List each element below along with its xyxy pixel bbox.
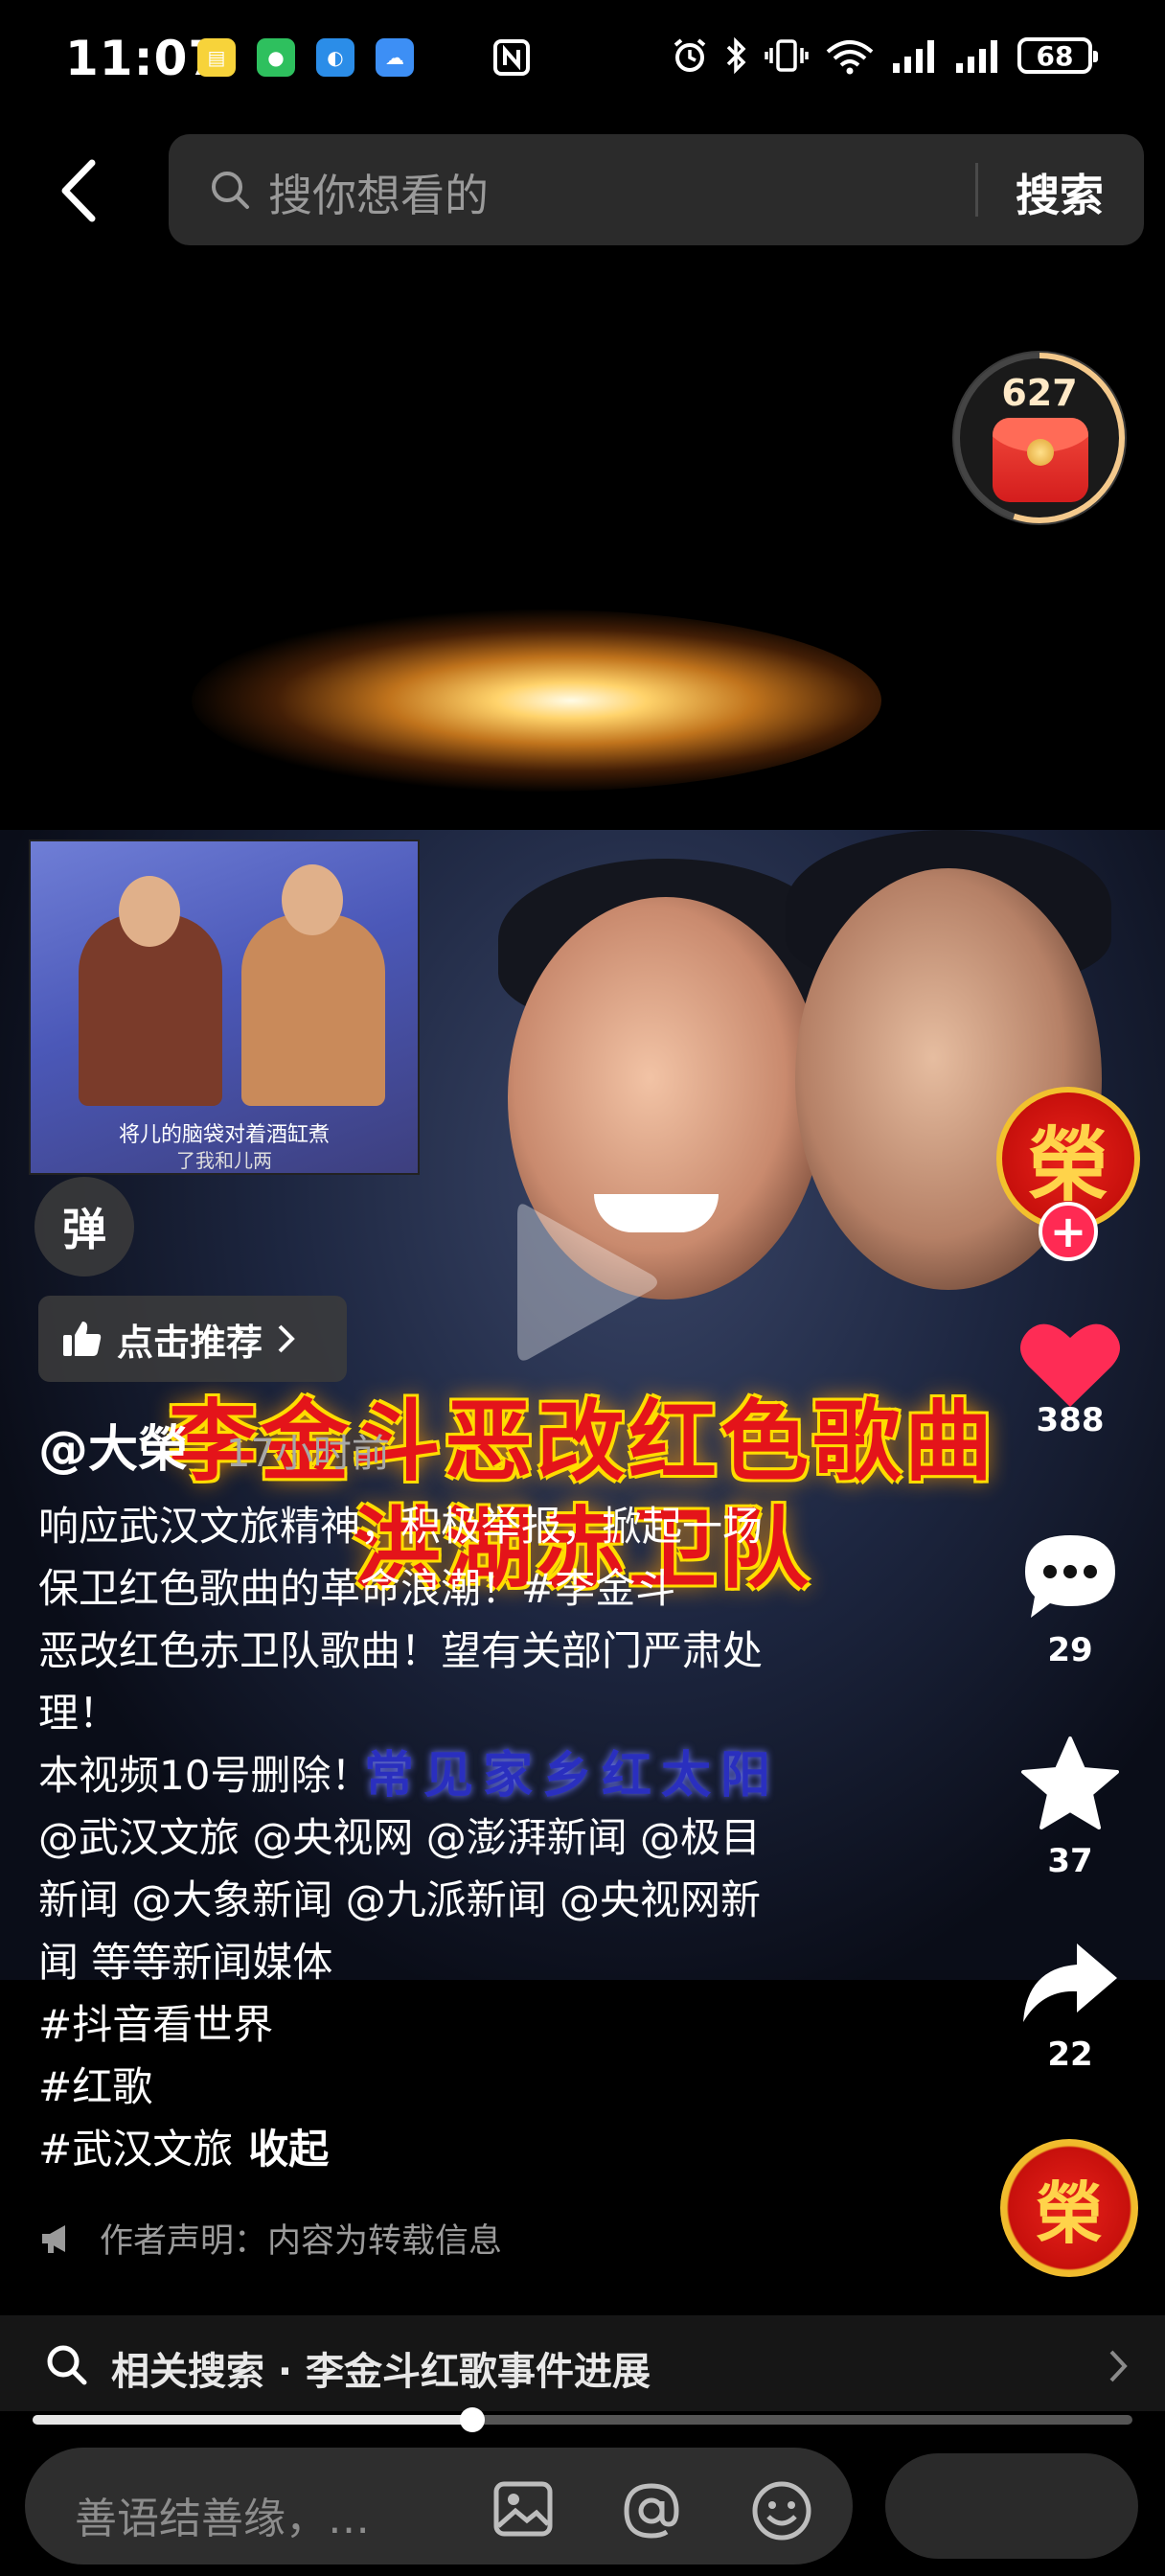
alarm-icon [674, 38, 706, 72]
description-line: 新闻 @大象新闻 @九派新闻 @央视网新 [38, 1876, 762, 1923]
comment-count: 29 [1047, 1631, 1093, 1669]
comment-input[interactable]: 善语结善缘，… [25, 2448, 853, 2564]
signal-strength-icon-2 [956, 40, 997, 73]
wifi-icon [826, 40, 874, 75]
playback-progress-bar[interactable] [33, 2407, 1132, 2432]
share-count: 22 [1047, 2036, 1093, 2074]
inset-subtitle-2: 了我和儿两 [176, 1149, 272, 1172]
author-line: @大榮 17小时前 [38, 1409, 390, 1481]
recommend-button[interactable]: 点击推荐 [38, 1296, 347, 1382]
related-search-bar[interactable]: 相关搜索 · 李金斗红歌事件进展 [0, 2315, 1165, 2411]
signal-strength-icon [893, 40, 934, 73]
comment-button[interactable]: 29 [998, 1528, 1142, 1669]
thumbs-up-icon [63, 1322, 102, 1356]
share-arrow-icon [1023, 1944, 1117, 2022]
red-packet-widget[interactable]: 627 [952, 351, 1127, 525]
favorite-button[interactable]: 37 [998, 1735, 1142, 1880]
music-disc-glyph: 榮 [1036, 2173, 1103, 2253]
search-input[interactable]: 搜你想看的 [268, 161, 489, 224]
description-line: 闻 等等新闻媒体 [38, 1939, 333, 1986]
description-line: 本视频10号删除！ [38, 1752, 372, 1799]
battery-indicator: 68 [1017, 37, 1098, 74]
vibrate-icon [765, 39, 809, 72]
bluetooth-icon [726, 36, 746, 75]
hashtag-link[interactable]: #红歌 [38, 2056, 881, 2118]
nfc-icon [493, 39, 530, 76]
author-statement-text: 作者声明：内容为转载信息 [100, 2222, 503, 2261]
inset-performer-right-head [282, 864, 343, 935]
inset-video-clip: 将儿的脑袋对着酒缸煮 了我和儿两 [29, 840, 420, 1175]
playback-progress-fill [33, 2415, 473, 2425]
search-submit-button[interactable]: 搜索 [1016, 161, 1104, 224]
author-statement: 作者声明：内容为转载信息 [38, 2214, 502, 2263]
hashtag-link[interactable]: #抖音看世界 [38, 1993, 881, 2056]
comment-placeholder: 善语结善缘，… [75, 2495, 370, 2543]
inset-subtitle: 将儿的脑袋对着酒缸煮 [118, 1123, 330, 1147]
status-indicators: 68 [671, 36, 1098, 75]
author-name[interactable]: @大榮 [38, 1409, 188, 1481]
favorite-count: 37 [1047, 1842, 1093, 1880]
inset-performer-right [241, 914, 385, 1106]
description-line: @武汉文旅 @央视网 @澎湃新闻 @极目 [38, 1814, 762, 1861]
weather-app-icon: ☁ [376, 38, 414, 77]
notification-app-icons: ▤ ● ◐ ☁ [197, 38, 414, 77]
avatar-glyph: 榮 [1027, 1116, 1108, 1212]
search-icon [47, 2345, 87, 2385]
share-button[interactable]: 22 [998, 1936, 1142, 2074]
playback-progress-handle[interactable] [460, 2407, 486, 2432]
search-icon [212, 172, 249, 209]
collapse-link[interactable]: 收起 [248, 2126, 329, 2173]
video-intro-frame [0, 571, 1165, 830]
browser-app-icon: ◐ [316, 38, 354, 77]
related-search-label: 相关搜索 · 李金斗红歌事件进展 [111, 2350, 651, 2394]
danmaku-toggle-button[interactable]: 弹 [34, 1177, 134, 1276]
toutiao-app-icon: ▤ [197, 38, 236, 77]
red-packet-count: 627 [1001, 372, 1078, 414]
image-icon[interactable] [492, 2480, 554, 2538]
back-button[interactable] [54, 157, 102, 224]
chevron-right-icon [1109, 2350, 1128, 2382]
red-envelope-icon [993, 418, 1088, 502]
search-bar[interactable]: 搜你想看的 搜索 [169, 134, 1144, 245]
hashtag-link[interactable]: #武汉文旅 [38, 2126, 233, 2173]
play-icon[interactable] [498, 1186, 671, 1378]
star-icon [1021, 1736, 1119, 1829]
comment-icon [1025, 1535, 1115, 1618]
heart-icon [1020, 1323, 1120, 1407]
status-bar: 11:07 ▤ ● ◐ ☁ 68 [0, 0, 1165, 115]
post-time: 17小时前 [226, 1432, 390, 1476]
music-disc[interactable]: 榮 [1000, 2139, 1138, 2277]
like-button[interactable]: 388 [998, 1317, 1142, 1439]
description-line: 响应武汉文旅精神，积极举报，掀起一场 [38, 1503, 764, 1550]
golden-glow-title-effect [192, 610, 881, 792]
inset-performer-left-head [119, 876, 180, 947]
follow-plus: + [1049, 1206, 1087, 1257]
search-divider [975, 163, 978, 217]
wechat-app-icon: ● [257, 38, 295, 77]
video-description: 响应武汉文旅精神，积极举报，掀起一场 保卫红色歌曲的革命浪潮！#李金斗 恶改红色… [38, 1495, 881, 2180]
megaphone-icon [42, 2224, 65, 2253]
emoji-icon[interactable] [751, 2480, 812, 2542]
comment-bar: 善语结善缘，… [0, 2434, 1165, 2576]
danmaku-label: 弹 [62, 1204, 106, 1255]
description-line: 恶改红色赤卫队歌曲！望有关部门严肃处 [38, 1627, 764, 1674]
mention-icon[interactable] [621, 2480, 682, 2542]
follow-button[interactable]: + [1039, 1202, 1098, 1261]
send-button[interactable] [885, 2453, 1138, 2559]
description-line: 保卫红色歌曲的革命浪潮！#李金斗 [38, 1565, 676, 1612]
chevron-right-icon [278, 1324, 295, 1353]
recommend-label: 点击推荐 [117, 1321, 263, 1364]
description-line: 理！ [38, 1690, 120, 1736]
